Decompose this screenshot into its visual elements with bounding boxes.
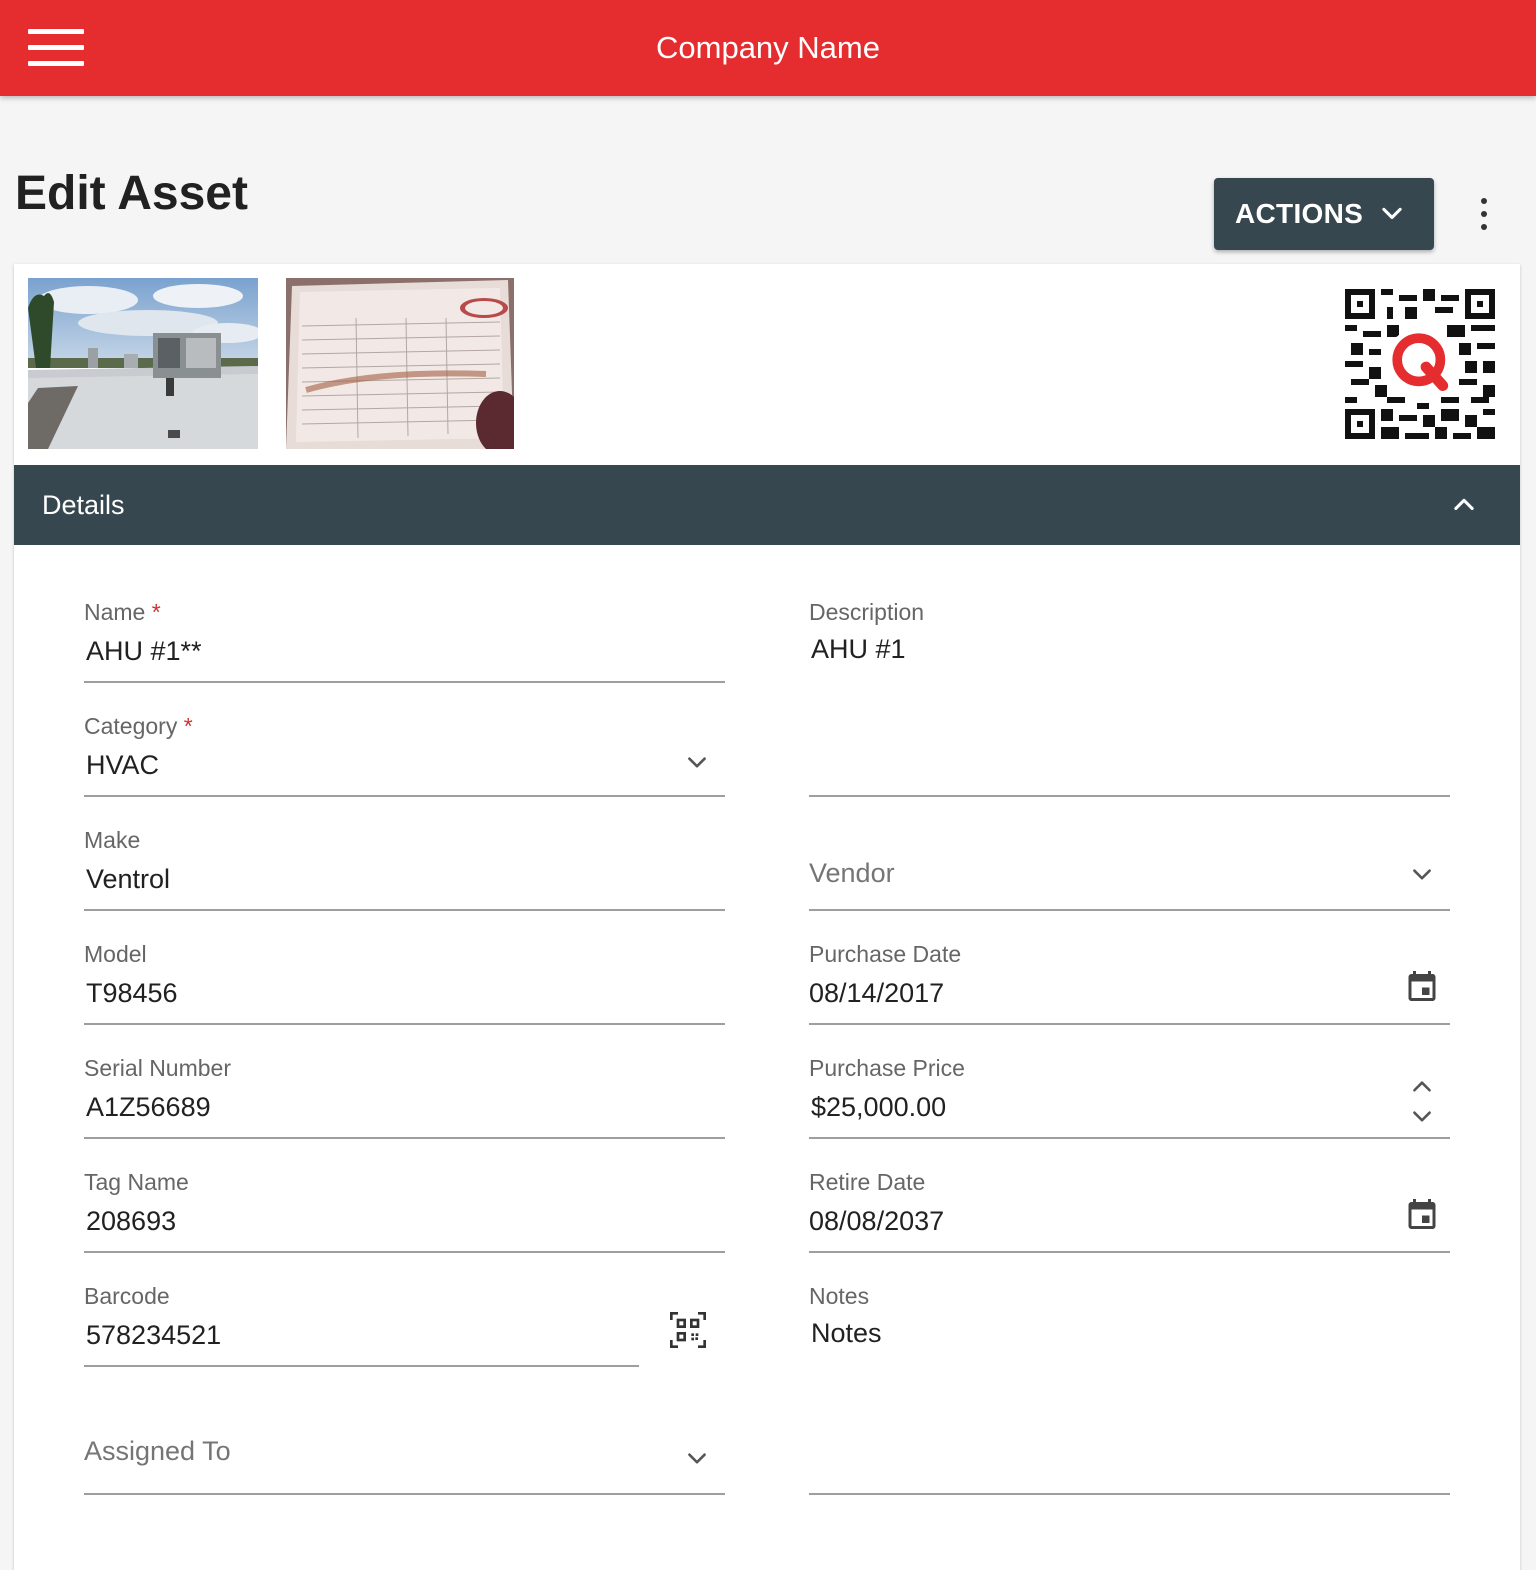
details-title: Details [42, 490, 125, 520]
stepper-up-chevron-icon[interactable] [1409, 1074, 1435, 1100]
category-label: Category * [84, 713, 193, 739]
purchase-date-field[interactable]: Purchase Date 08/14/2017 [809, 936, 1450, 1025]
chevron-down-icon[interactable] [684, 1446, 710, 1472]
description-field[interactable]: Description AHU #1 [809, 594, 1450, 797]
top-app-bar: Company Name [0, 0, 1536, 96]
details-section-header[interactable]: Details [14, 465, 1520, 545]
barcode-input[interactable]: 578234521 [86, 1320, 221, 1351]
asset-qr-code-icon[interactable] [1345, 289, 1495, 439]
purchase-price-field[interactable]: Purchase Price $25,000.00 [809, 1050, 1450, 1139]
category-select[interactable]: Category * HVAC [84, 708, 725, 797]
description-label: Description [809, 599, 925, 625]
vendor-placeholder: Vendor [809, 858, 895, 888]
chevron-down-icon[interactable] [684, 750, 710, 776]
chevron-up-icon[interactable] [1450, 491, 1478, 519]
name-input[interactable]: AHU #1** [86, 636, 202, 667]
notes-field[interactable]: Notes Notes [809, 1278, 1450, 1495]
calendar-icon[interactable] [1404, 1196, 1440, 1232]
purchase-date-input[interactable]: 08/14/2017 [809, 978, 944, 1009]
model-field[interactable]: Model T98456 [84, 936, 725, 1025]
qr-scan-icon[interactable] [668, 1310, 708, 1350]
name-label: Name * [84, 599, 161, 625]
make-input[interactable]: Ventrol [86, 864, 170, 895]
asset-card: Details Name * AHU #1** Category * HVAC … [14, 264, 1520, 1570]
tag-name-label: Tag Name [84, 1169, 189, 1195]
barcode-label: Barcode [84, 1283, 170, 1309]
barcode-field[interactable]: Barcode 578234521 [84, 1278, 639, 1367]
category-value: HVAC [86, 750, 160, 780]
asset-photo-nameplate[interactable] [286, 278, 514, 449]
asset-photo-rooftop[interactable] [28, 278, 258, 449]
company-name: Company Name [656, 30, 880, 65]
purchase-price-input[interactable]: $25,000.00 [811, 1092, 946, 1123]
assigned-to-select[interactable]: Assigned To [84, 1406, 725, 1495]
purchase-price-label: Purchase Price [809, 1055, 965, 1081]
make-label: Make [84, 827, 141, 853]
description-textarea[interactable]: AHU #1 [811, 634, 906, 665]
tag-name-input[interactable]: 208693 [86, 1206, 176, 1237]
chevron-down-icon[interactable] [1409, 862, 1435, 888]
retire-date-input[interactable]: 08/08/2037 [809, 1206, 944, 1237]
more-options-kebab-icon[interactable] [1468, 194, 1500, 234]
vendor-select[interactable]: Vendor [809, 822, 1450, 911]
retire-date-field[interactable]: Retire Date 08/08/2037 [809, 1164, 1450, 1253]
purchase-date-label: Purchase Date [809, 941, 962, 967]
page-title: Edit Asset [15, 167, 248, 220]
actions-button[interactable]: ACTIONS [1214, 178, 1434, 250]
name-field[interactable]: Name * AHU #1** [84, 594, 725, 683]
serial-number-input[interactable]: A1Z56689 [86, 1092, 211, 1123]
stepper-down-chevron-icon[interactable] [1409, 1104, 1435, 1130]
make-field[interactable]: Make Ventrol [84, 822, 725, 911]
serial-number-label: Serial Number [84, 1055, 231, 1081]
notes-textarea[interactable]: Notes [811, 1318, 882, 1349]
model-label: Model [84, 941, 147, 967]
tag-name-field[interactable]: Tag Name 208693 [84, 1164, 725, 1253]
notes-label: Notes [809, 1283, 870, 1309]
calendar-icon[interactable] [1404, 968, 1440, 1004]
assigned-to-placeholder: Assigned To [84, 1436, 231, 1466]
serial-number-field[interactable]: Serial Number A1Z56689 [84, 1050, 725, 1139]
retire-date-label: Retire Date [809, 1169, 926, 1195]
model-input[interactable]: T98456 [86, 978, 178, 1009]
actions-button-label: ACTIONS [1235, 198, 1364, 229]
chevron-down-icon [1382, 207, 1402, 220]
